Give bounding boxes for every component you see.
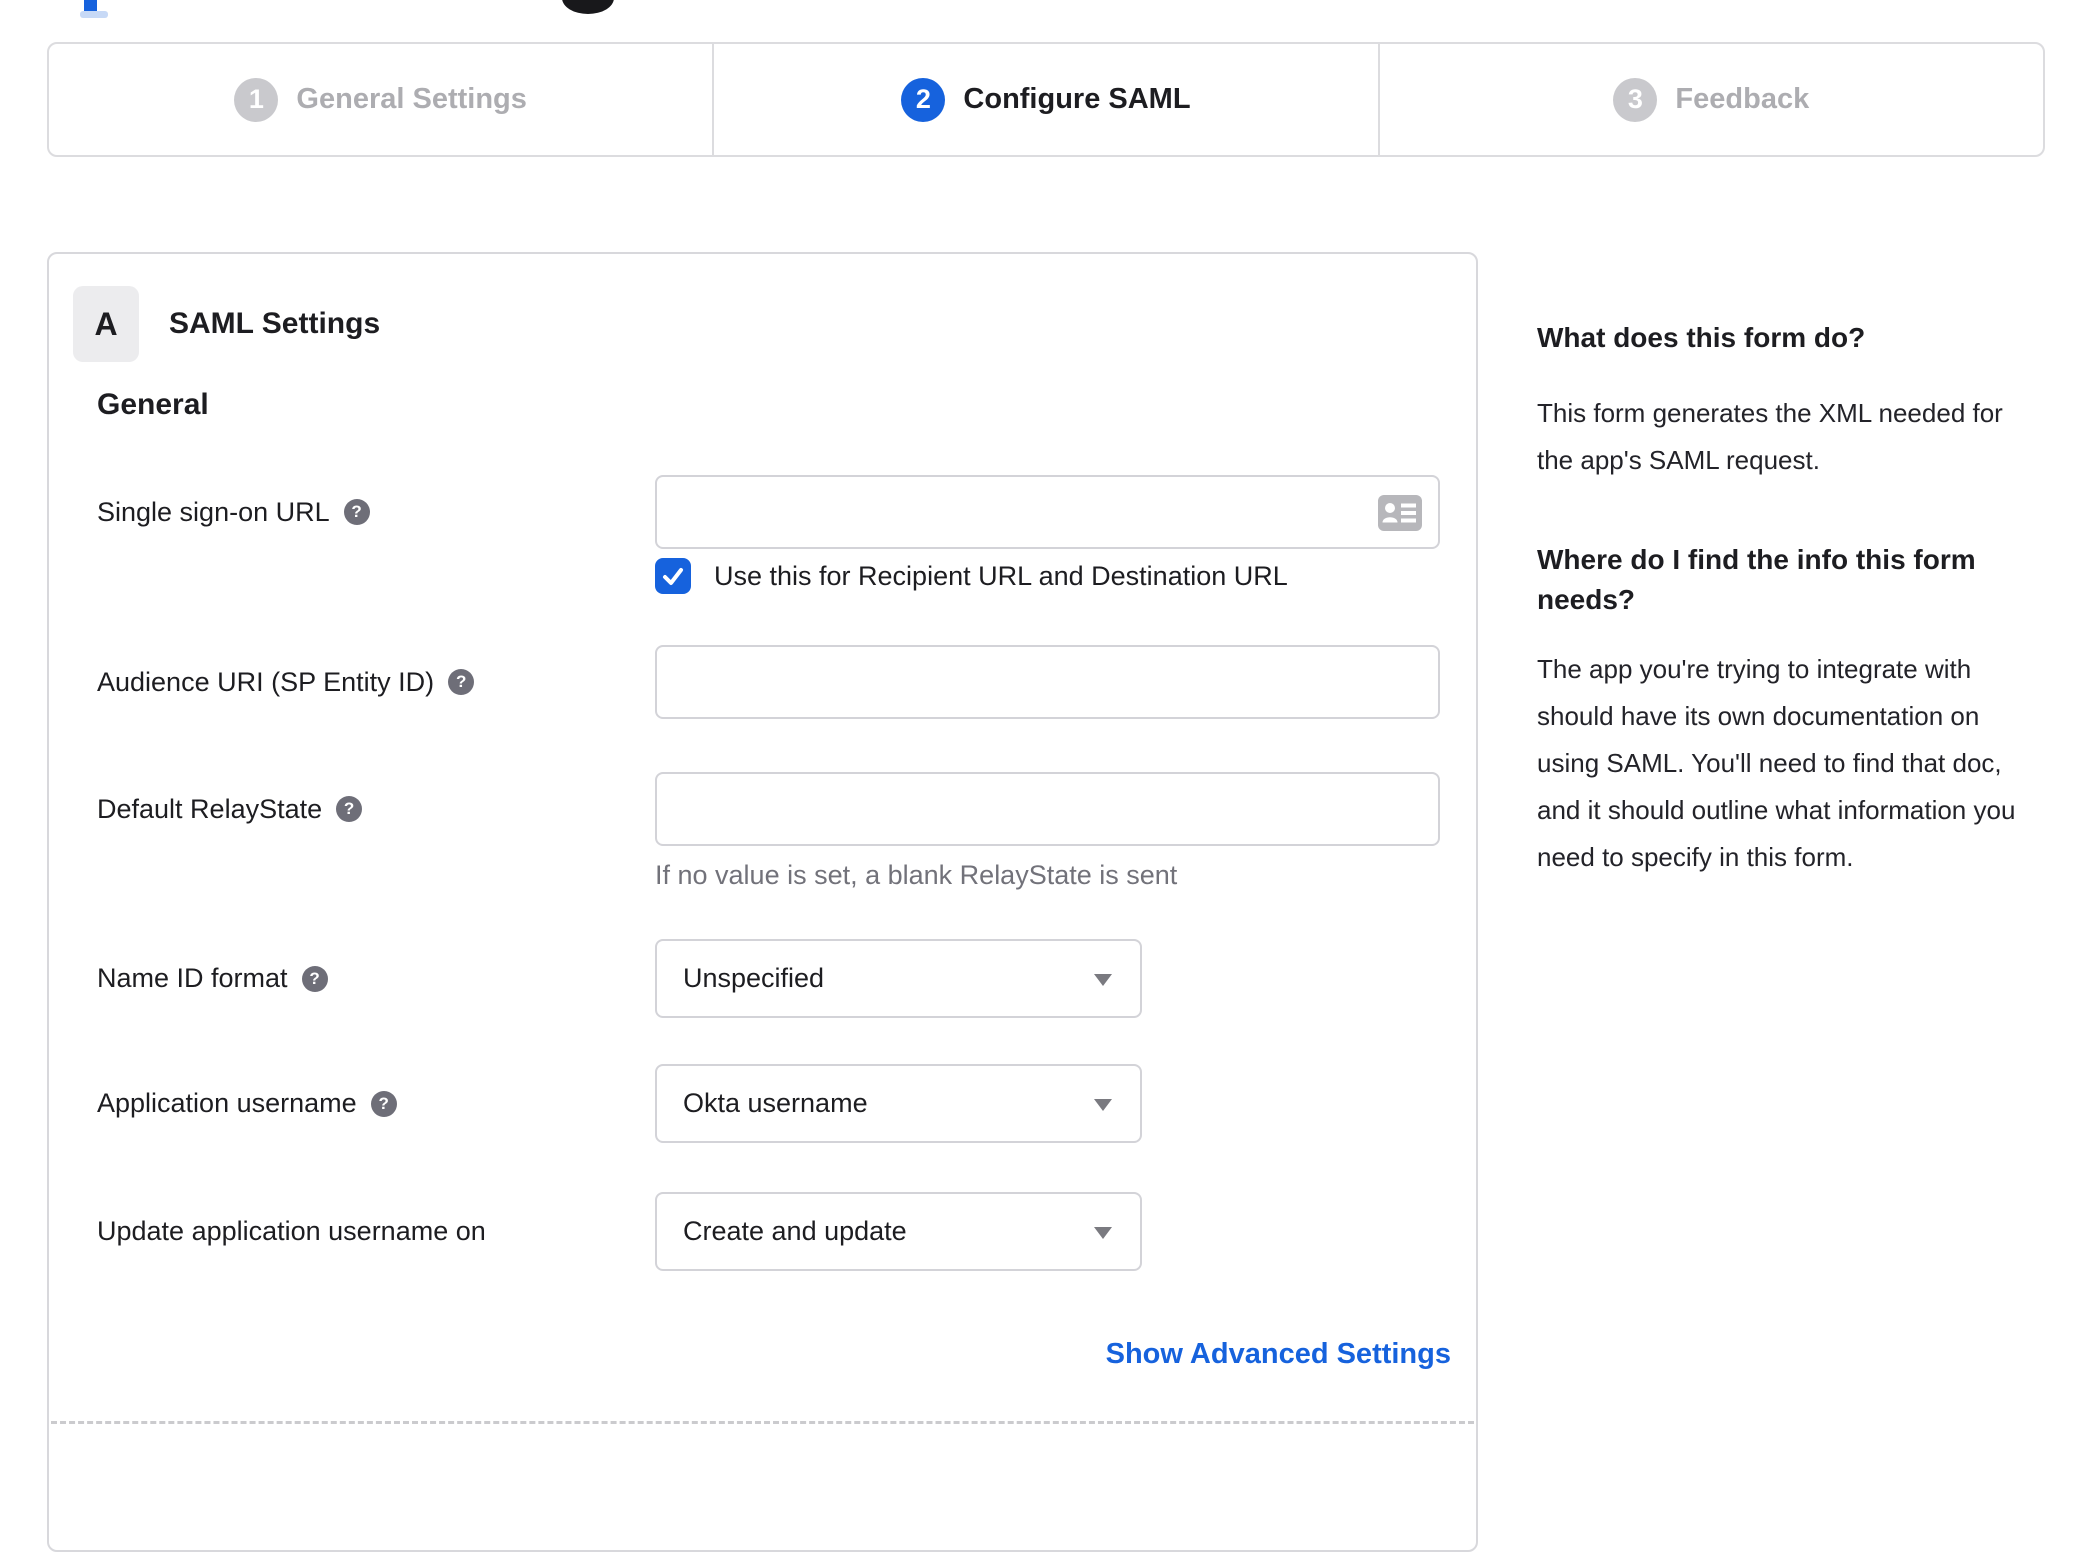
wizard-stepper: 1 General Settings 2 Configure SAML 3 Fe… [47,42,2045,157]
field-row-application-username: Application username ? Okta username [97,1064,1442,1143]
chevron-down-icon [1094,974,1112,986]
field-label-text: Name ID format [97,963,288,993]
application-username-select[interactable]: Okta username [655,1064,1142,1143]
section-a-badge: A [73,286,139,362]
section-dashed-divider [51,1421,1474,1424]
step-configure-saml[interactable]: 2 Configure SAML [712,44,1377,155]
field-row-audience-uri: Audience URI (SP Entity ID) ? [97,645,1442,719]
field-row-single-sign-on-url: Single sign-on URL ? Use this for Recipi… [97,475,1442,594]
field-row-update-application-username: Update application username on Create an… [97,1192,1442,1271]
help-icon[interactable]: ? [343,499,370,525]
help-icon[interactable]: ? [336,796,363,822]
field-control: Use this for Recipient URL and Destinati… [655,475,1440,594]
recipient-url-checkbox[interactable] [655,558,691,594]
relaystate-hint: If no value is set, a blank RelayState i… [655,860,1178,890]
help-icon[interactable]: ? [301,965,328,992]
single-sign-on-url-input[interactable] [655,475,1440,549]
help-text-what: This form generates the XML needed for t… [1537,398,2003,475]
field-label: Default RelayState ? [97,772,655,846]
contact-card-icon[interactable] [1378,495,1422,536]
step-feedback[interactable]: 3 Feedback [1377,44,2043,155]
select-value: Okta username [683,1088,868,1118]
recipient-url-checkbox-label: Use this for Recipient URL and Destinati… [714,560,1288,591]
field-label: Audience URI (SP Entity ID) ? [97,645,655,719]
field-control: Okta username [655,1064,1142,1143]
step-general-settings[interactable]: 1 General Settings [49,44,712,155]
default-relaystate-input[interactable] [655,772,1440,846]
select-value: Create and update [683,1216,907,1246]
step-label: Configure SAML [963,83,1191,115]
help-heading-what: What does this form do? [1537,322,1866,353]
field-row-name-id-format: Name ID format ? Unspecified [97,939,1442,1018]
audience-uri-input[interactable] [655,645,1440,719]
help-icon[interactable]: ? [448,669,475,695]
field-label: Application username ? [97,1064,655,1143]
help-heading-where: Where do I find the info this form needs… [1537,544,1976,615]
step-label: General Settings [296,83,527,115]
advanced-settings-row: Show Advanced Settings [97,1338,1451,1371]
panel-title: SAML Settings [169,307,381,340]
field-label-text: Single sign-on URL [97,496,330,527]
step-label: Feedback [1675,83,1810,115]
step-number-badge: 3 [1613,77,1658,122]
clipped-header-blue-underline [80,11,108,18]
field-label: Single sign-on URL ? [97,475,655,549]
help-icon[interactable]: ? [370,1090,397,1117]
field-control: If no value is set, a blank RelayState i… [655,772,1440,891]
field-label-text: Default RelayState [97,793,323,824]
field-label: Update application username on [97,1192,655,1271]
field-label: Name ID format ? [97,939,655,1018]
chevron-down-icon [1094,1227,1112,1239]
field-row-default-relaystate: Default RelayState ? If no value is set,… [97,772,1442,891]
recipient-url-checkbox-row: Use this for Recipient URL and Destinati… [655,558,1440,594]
field-control [655,645,1440,719]
field-label-text: Application username [97,1088,357,1118]
saml-settings-panel: A SAML Settings General Single sign-on U… [47,252,1478,1552]
checkmark-icon [663,568,683,585]
step-number-badge: 2 [901,77,946,122]
update-application-username-select[interactable]: Create and update [655,1192,1142,1271]
field-label-text: Update application username on [97,1216,486,1246]
clipped-header-blue-icon [84,0,97,11]
field-control: Unspecified [655,939,1142,1018]
show-advanced-settings-link[interactable]: Show Advanced Settings [1106,1338,1451,1370]
help-sidebar: What does this form do? This form genera… [1537,318,2032,881]
step-number-badge: 1 [234,77,279,122]
general-section-heading: General [97,388,209,421]
select-value: Unspecified [683,963,825,993]
field-control: Create and update [655,1192,1142,1271]
chevron-down-icon [1094,1099,1112,1111]
field-label-text: Audience URI (SP Entity ID) [97,666,435,697]
clipped-header-icon [562,0,614,14]
help-text-where: The app you're trying to integrate with … [1537,654,2016,872]
name-id-format-select[interactable]: Unspecified [655,939,1142,1018]
